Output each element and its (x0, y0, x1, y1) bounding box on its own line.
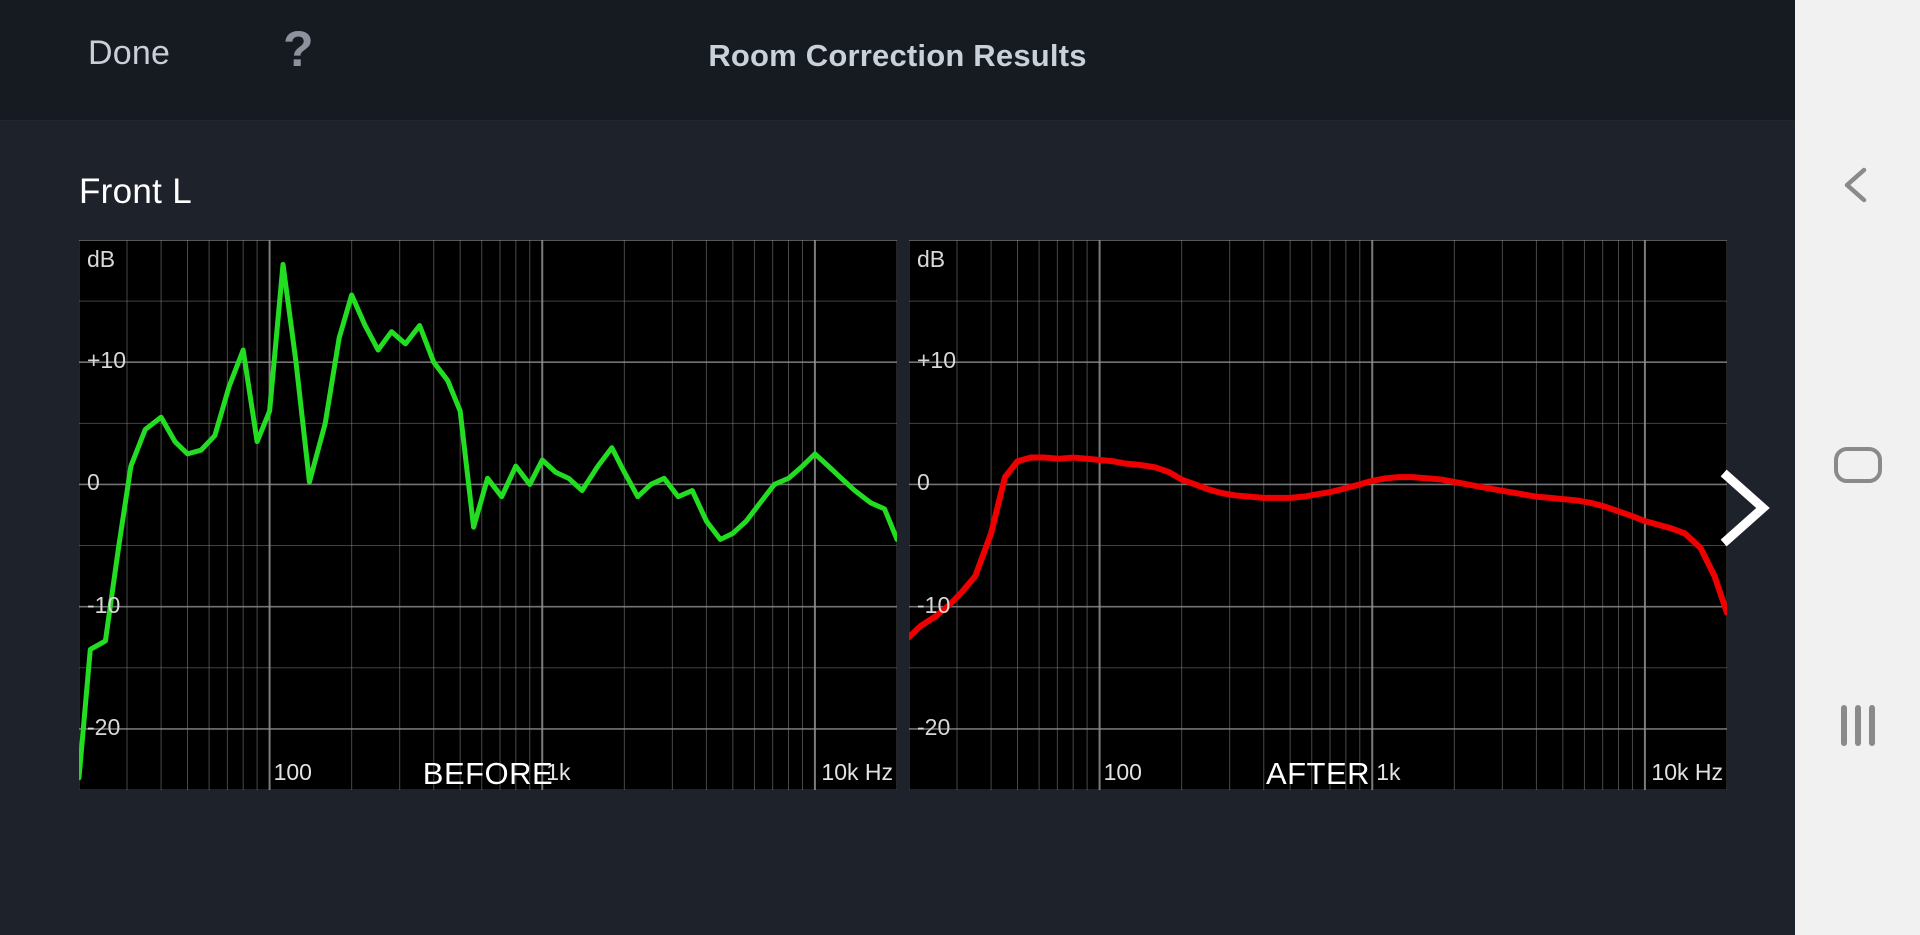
screen-root: Done ? Room Correction Results Front L d… (0, 0, 1920, 935)
channel-label: Front L (79, 172, 192, 211)
back-chevron-glyph (1844, 167, 1866, 203)
recents-icon[interactable] (1795, 690, 1920, 760)
chart-after-caption: AFTER (1265, 756, 1371, 791)
back-icon[interactable] (1795, 150, 1920, 220)
app-content: Done ? Room Correction Results Front L d… (0, 0, 1795, 935)
plot-after-svg (909, 240, 1727, 790)
chevron-right-icon[interactable] (1715, 468, 1775, 548)
plot-before: dB +10 0 -10 -20 100 1k 10k Hz (79, 240, 897, 790)
home-square-glyph (1833, 447, 1882, 483)
android-navigation-bar (1795, 0, 1920, 935)
charts-container: dB +10 0 -10 -20 100 1k 10k Hz BEFORE dB… (0, 240, 1795, 800)
page-title: Room Correction Results (708, 38, 1087, 73)
chevron-right-glyph (1720, 469, 1770, 547)
chart-after: dB +10 0 -10 -20 100 1k 10k Hz AFTER (909, 240, 1727, 800)
recents-bars-glyph (1840, 704, 1875, 746)
plot-after: dB +10 0 -10 -20 100 1k 10k Hz (909, 240, 1727, 790)
home-icon[interactable] (1795, 430, 1920, 500)
chart-before: dB +10 0 -10 -20 100 1k 10k Hz BEFORE (79, 240, 897, 800)
app-header: Done ? Room Correction Results (0, 0, 1795, 121)
plot-before-svg (79, 240, 897, 790)
chart-before-caption: BEFORE (422, 756, 554, 791)
